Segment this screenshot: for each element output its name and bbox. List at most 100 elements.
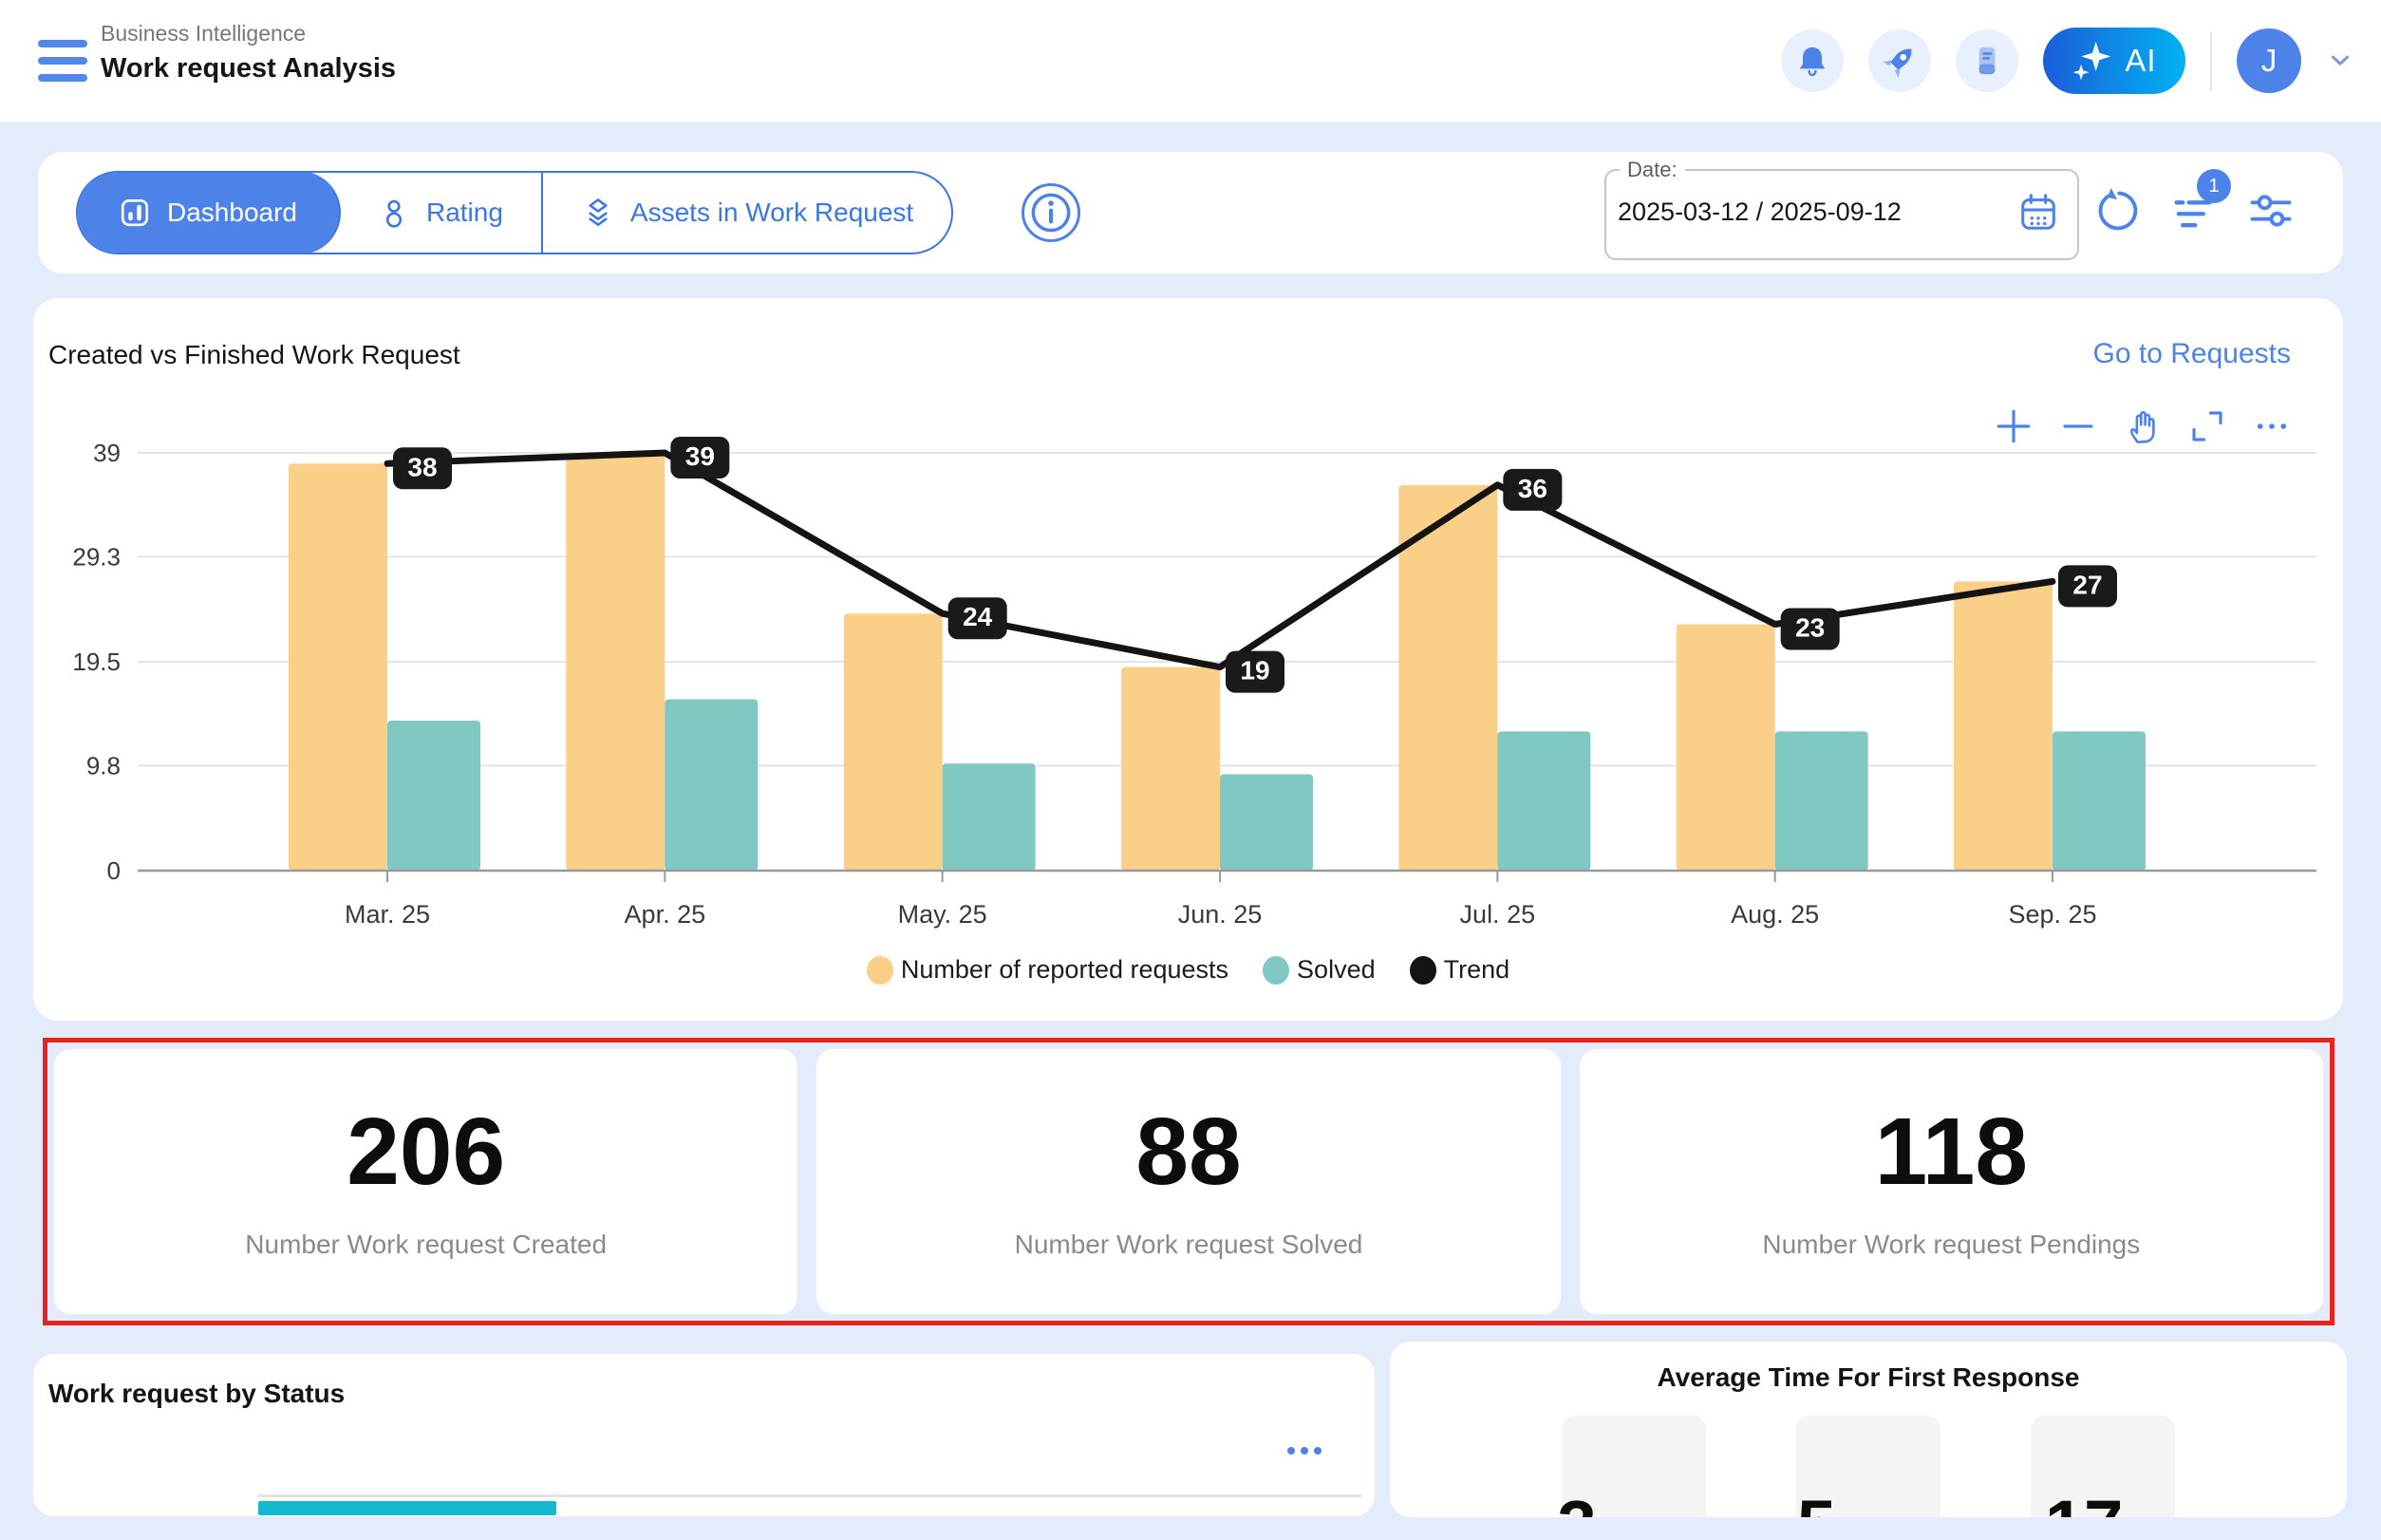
bar-reported-6 [1954, 581, 2053, 871]
legend-label: Solved [1297, 955, 1376, 985]
status-card-title: Work request by Status [48, 1379, 345, 1409]
metric-minutes-value: 17 [2045, 1485, 2123, 1517]
legend-item[interactable]: Trend [1410, 955, 1510, 985]
svg-text:29.3: 29.3 [72, 542, 121, 571]
go-to-requests-link[interactable]: Go to Requests [2093, 338, 2291, 370]
svg-text:Apr. 25: Apr. 25 [625, 900, 706, 929]
kpi-created-card: 206 Number Work request Created [54, 1049, 797, 1314]
legend-item[interactable]: Solved [1263, 955, 1376, 985]
svg-text:Aug. 25: Aug. 25 [1731, 900, 1819, 929]
document-icon [1968, 42, 2006, 80]
bar-solved-2 [943, 763, 1036, 871]
bar-solved-0 [387, 721, 480, 871]
svg-text:Sep. 25: Sep. 25 [2008, 900, 2096, 929]
ai-button-label: AI [2125, 43, 2156, 79]
average-first-response-card: Average Time For First Response 3 Day(s)… [1390, 1342, 2347, 1517]
tab-dashboard-label: Dashboard [167, 197, 297, 228]
bar-solved-4 [1497, 731, 1590, 871]
svg-text:23: 23 [1795, 613, 1825, 643]
app-header: Business Intelligence Work request Analy… [0, 0, 2381, 122]
bar-reported-3 [1121, 667, 1220, 871]
date-range-value[interactable]: 2025-03-12 / 2025-09-12 [1618, 197, 1902, 227]
ai-assistant-button[interactable]: AI [2043, 28, 2185, 94]
page-title: Work request Analysis [101, 53, 396, 85]
svg-text:Jul. 25: Jul. 25 [1460, 900, 1536, 929]
chart-legend: Number of reported requests Solved Trend [33, 955, 2343, 985]
kpi-solved-value: 88 [1135, 1104, 1241, 1199]
bar-reported-1 [566, 453, 665, 871]
legend-label: Trend [1444, 955, 1510, 985]
svg-text:Jun. 25: Jun. 25 [1178, 900, 1263, 929]
date-range-field[interactable]: Date: 2025-03-12 / 2025-09-12 [1604, 158, 2079, 260]
docs-button[interactable] [1956, 29, 2018, 92]
legend-dot [867, 956, 893, 985]
created-vs-finished-card: Created vs Finished Work Request Go to R… [33, 298, 2343, 1021]
chevron-down-icon[interactable] [2326, 47, 2354, 75]
sliders-icon[interactable] [2246, 186, 2296, 235]
bar-solved-3 [1220, 774, 1313, 871]
kpi-pendings-card: 118 Number Work request Pendings [1580, 1049, 2323, 1314]
response-card-title: Average Time For First Response [1390, 1362, 2347, 1393]
svg-text:Mar. 25: Mar. 25 [345, 900, 430, 929]
svg-text:9.8: 9.8 [86, 751, 121, 779]
bar-solved-5 [1775, 731, 1868, 871]
metric-hours-box: 5 Hours [1796, 1416, 1940, 1517]
legend-item[interactable]: Number of reported requests [867, 955, 1228, 985]
status-bar-segment [258, 1501, 556, 1515]
rocket-icon [1880, 41, 1920, 81]
launch-button[interactable] [1868, 29, 1931, 92]
created-vs-finished-chart[interactable]: 09.819.529.339Mar. 25Apr. 25May. 25Jun. … [33, 418, 2343, 949]
bar-solved-6 [2053, 731, 2146, 871]
svg-text:39: 39 [93, 439, 121, 467]
header-divider [2210, 31, 2212, 90]
legend-dot [1410, 956, 1436, 985]
date-label: Date: [1620, 158, 1685, 182]
kpi-created-label: Number Work request Created [245, 1230, 607, 1260]
avatar[interactable]: J [2237, 28, 2301, 93]
bar-chart-icon [118, 196, 152, 230]
svg-text:38: 38 [407, 452, 437, 481]
svg-text:19: 19 [1240, 656, 1269, 685]
refresh-icon[interactable] [2090, 186, 2140, 235]
tab-assets-label: Assets in Work Request [630, 197, 913, 228]
work-request-by-status-card: Work request by Status [33, 1354, 1375, 1516]
status-more-dots-icon[interactable] [1287, 1447, 1322, 1455]
view-tabs: Dashboard Rating Assets in Work Request [76, 171, 953, 254]
svg-text:36: 36 [1518, 474, 1547, 503]
kpi-solved-card: 88 Number Work request Solved [816, 1049, 1560, 1314]
hamburger-menu-icon[interactable] [38, 40, 87, 82]
tab-rating[interactable]: Rating [339, 173, 543, 253]
tab-dashboard[interactable]: Dashboard [76, 171, 341, 254]
tab-assets[interactable]: Assets in Work Request [543, 173, 951, 253]
status-bar-track [258, 1494, 1361, 1497]
bar-reported-2 [844, 613, 943, 871]
bar-solved-1 [665, 699, 758, 871]
bar-reported-5 [1677, 625, 1775, 871]
bell-icon [1793, 42, 1831, 80]
app-subtitle: Business Intelligence [101, 21, 396, 47]
kpi-pendings-value: 118 [1875, 1104, 2028, 1199]
layers-icon [581, 196, 615, 230]
toolbar: Dashboard Rating Assets in Work Request … [38, 152, 2343, 273]
tab-rating-label: Rating [426, 197, 503, 228]
kpi-pendings-label: Number Work request Pendings [1762, 1230, 2140, 1260]
chart-title: Created vs Finished Work Request [48, 340, 460, 370]
person-icon [377, 196, 411, 230]
info-icon[interactable] [1022, 183, 1080, 242]
svg-text:27: 27 [2072, 570, 2102, 599]
calendar-icon[interactable] [2016, 190, 2060, 234]
legend-dot [1263, 956, 1289, 985]
metric-days-box: 3 Day(s) [1562, 1416, 1706, 1517]
svg-text:39: 39 [685, 441, 715, 471]
svg-text:19.5: 19.5 [72, 648, 121, 676]
kpi-highlight-rectangle: 206 Number Work request Created 88 Numbe… [43, 1038, 2334, 1325]
legend-label: Number of reported requests [901, 955, 1228, 985]
filter-icon[interactable]: 1 [2168, 186, 2218, 235]
bar-reported-0 [289, 463, 387, 871]
svg-text:May. 25: May. 25 [898, 900, 987, 929]
metric-minutes-box: 17 m [2031, 1416, 2175, 1517]
kpi-created-value: 206 [347, 1104, 505, 1199]
filter-badge: 1 [2197, 169, 2231, 203]
notifications-button[interactable] [1781, 29, 1844, 92]
sparkle-icon [2072, 40, 2113, 82]
